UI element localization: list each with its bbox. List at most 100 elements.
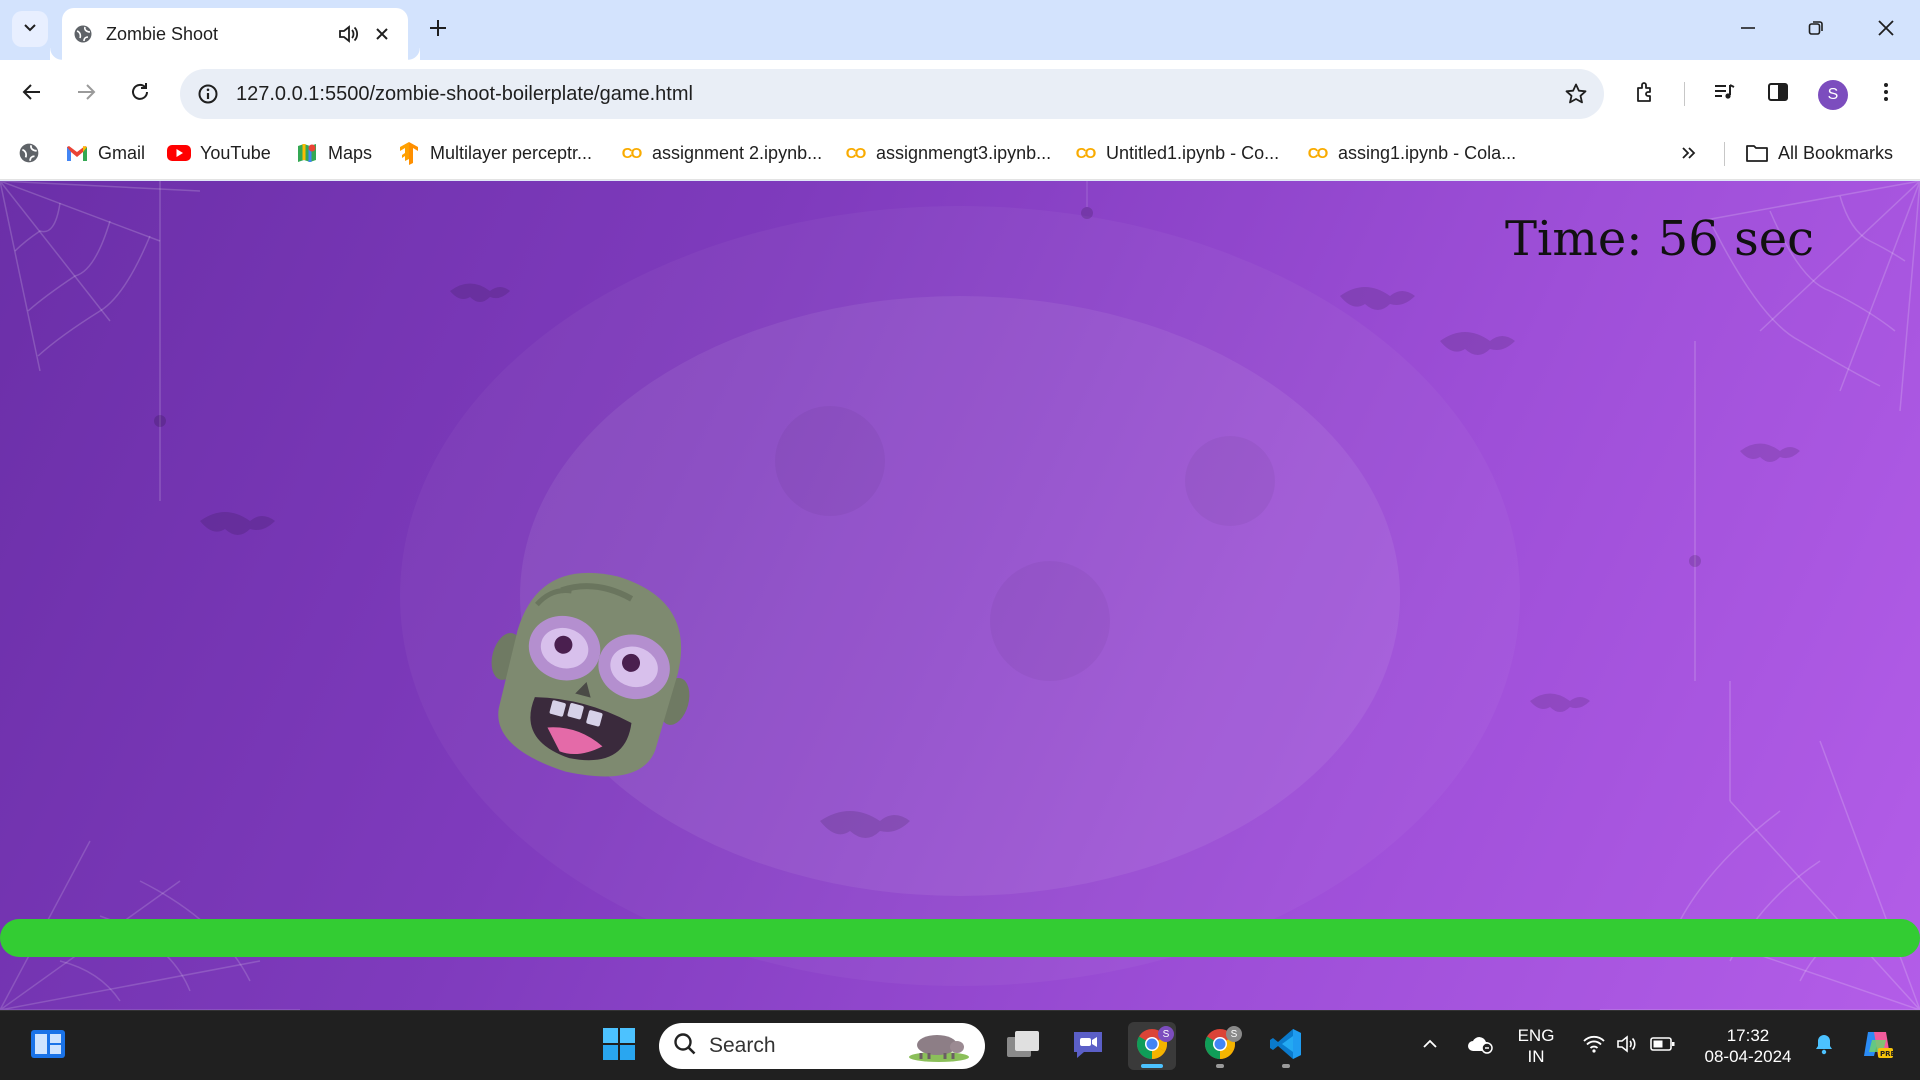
colab-icon: CO	[1075, 144, 1097, 162]
task-view-button[interactable]	[999, 1022, 1047, 1070]
chevron-double-right-icon	[1676, 142, 1702, 164]
colab-icon: CO	[845, 144, 867, 162]
game-canvas[interactable]: Time: 56 sec	[0, 181, 1920, 1010]
onedrive-button[interactable]	[1460, 1011, 1500, 1080]
gmail-icon	[64, 142, 90, 164]
bookmark-label: YouTube	[200, 142, 271, 163]
extensions-button[interactable]	[1626, 74, 1666, 114]
svg-text:PRE: PRE	[1880, 1050, 1894, 1058]
maps-icon	[294, 142, 320, 164]
clock[interactable]: 17:32 08-04-2024	[1694, 1011, 1802, 1080]
copilot-button[interactable]: PRE	[1852, 1011, 1902, 1080]
back-icon	[21, 81, 43, 108]
back-button[interactable]	[12, 74, 52, 114]
bookmark-youtube[interactable]: YouTube	[166, 138, 271, 168]
bell-icon	[1814, 1033, 1834, 1060]
tensorflow-icon	[396, 142, 422, 165]
bookmark-label: Gmail	[98, 142, 146, 163]
address-bar[interactable]: 127.0.0.1:5500/zombie-shoot-boilerplate/…	[180, 69, 1604, 119]
start-icon	[602, 1027, 636, 1066]
url-text[interactable]: 127.0.0.1:5500/zombie-shoot-boilerplate/…	[236, 83, 693, 106]
bookmark-assignment-2[interactable]: CO assignment 2.ipynb...	[618, 138, 822, 168]
forward-button[interactable]	[66, 74, 106, 114]
site-info-icon[interactable]	[192, 78, 224, 110]
media-controls-icon	[1712, 80, 1736, 109]
search-placeholder: Search	[709, 1034, 776, 1057]
reload-button[interactable]	[120, 74, 160, 114]
browser-toolbar: 127.0.0.1:5500/zombie-shoot-boilerplate/…	[0, 60, 1920, 128]
restore-button[interactable]	[1782, 0, 1850, 60]
language-code: ENG	[1517, 1026, 1555, 1045]
bookmark-maps[interactable]: Maps	[294, 138, 372, 168]
media-controls-button[interactable]	[1704, 74, 1744, 114]
globe-icon	[16, 142, 42, 164]
clock-time: 17:32	[1726, 1026, 1770, 1045]
menu-icon	[1874, 80, 1898, 109]
tab-search-button[interactable]	[12, 11, 48, 47]
taskbar-search[interactable]: Search	[659, 1023, 985, 1069]
bookmark-gmail[interactable]: Gmail	[64, 138, 145, 168]
bookmark-label: assignmengt3.ipynb...	[876, 142, 1052, 163]
clock-date: 08-04-2024	[1704, 1047, 1792, 1066]
search-icon	[673, 1032, 697, 1061]
show-hidden-icons-button[interactable]	[1410, 1011, 1450, 1080]
bookmark-assignment-3[interactable]: CO assignmengt3.ipynb...	[842, 138, 1051, 168]
language-indicator[interactable]: ENG IN	[1510, 1011, 1562, 1080]
widgets-button[interactable]	[24, 1022, 72, 1070]
tab-zombie-shoot[interactable]: Zombie Shoot	[62, 8, 408, 60]
health-bar	[0, 919, 1920, 957]
profile-badge: S	[1226, 1026, 1242, 1042]
battery-icon	[1650, 1036, 1676, 1057]
bookmark-label: Multilayer perceptr...	[430, 142, 593, 163]
folder-icon	[1744, 142, 1770, 164]
running-indicator	[1216, 1064, 1224, 1068]
side-panel-button[interactable]	[1758, 74, 1798, 114]
widgets-icon	[30, 1029, 66, 1064]
quick-settings-button[interactable]	[1574, 1011, 1684, 1080]
chevron-up-icon	[1421, 1035, 1439, 1058]
meet-icon	[1070, 1028, 1106, 1065]
close-icon	[1877, 19, 1895, 42]
taskbar-chrome-profile[interactable]: S	[1196, 1022, 1244, 1070]
apps-shortcut[interactable]	[16, 138, 50, 168]
meet-now-button[interactable]	[1064, 1022, 1112, 1070]
chevron-down-icon	[22, 19, 38, 40]
bookmark-label: assing1.ipynb - Cola...	[1338, 142, 1517, 163]
search-highlight-image	[907, 1029, 971, 1068]
close-window-button[interactable]	[1852, 0, 1920, 60]
extensions-icon	[1634, 80, 1658, 109]
halloween-background	[0, 181, 1920, 1010]
notifications-button[interactable]	[1806, 1011, 1842, 1080]
start-button[interactable]	[595, 1022, 643, 1070]
bookmark-label: assignment 2.ipynb...	[652, 142, 823, 163]
bookmarks-bar: Gmail YouTube Maps Multilayer perceptr..…	[0, 128, 1920, 180]
bookmark-multilayer[interactable]: Multilayer perceptr...	[396, 138, 592, 168]
bookmarks-overflow-button[interactable]	[1676, 138, 1710, 168]
new-tab-button[interactable]	[422, 14, 454, 46]
bookmark-label: Untitled1.ipynb - Co...	[1106, 142, 1280, 163]
health-bar-fill	[0, 919, 1920, 957]
zombie-target[interactable]	[480, 561, 702, 793]
copilot-icon: PRE	[1860, 1028, 1896, 1065]
profile-avatar[interactable]: S	[1818, 80, 1848, 110]
bookmark-untitled1[interactable]: CO Untitled1.ipynb - Co...	[1072, 138, 1279, 168]
minimize-button[interactable]	[1714, 0, 1782, 60]
close-tab-icon[interactable]	[368, 20, 396, 48]
volume-icon	[1616, 1034, 1640, 1059]
bookmark-star-icon[interactable]	[1562, 80, 1590, 108]
youtube-icon	[166, 142, 192, 164]
colab-icon: CO	[1307, 144, 1329, 162]
plus-icon	[428, 18, 448, 43]
taskbar-vscode[interactable]	[1262, 1022, 1310, 1070]
minimize-icon	[1739, 19, 1757, 42]
chrome-menu-button[interactable]	[1866, 74, 1906, 114]
taskbar-chrome[interactable]: S	[1128, 1022, 1176, 1070]
tab-title: Zombie Shoot	[106, 23, 219, 44]
zombie-head-icon	[491, 573, 690, 777]
active-indicator	[1141, 1064, 1163, 1068]
windows-taskbar: Search S S ENG IN 17:32 08-04-2024 PRE	[0, 1010, 1920, 1080]
bookmark-label: Maps	[328, 142, 373, 163]
speaker-icon[interactable]	[334, 20, 362, 48]
all-bookmarks-button[interactable]: All Bookmarks	[1744, 138, 1893, 168]
bookmark-assing1[interactable]: CO assing1.ipynb - Cola...	[1304, 138, 1516, 168]
